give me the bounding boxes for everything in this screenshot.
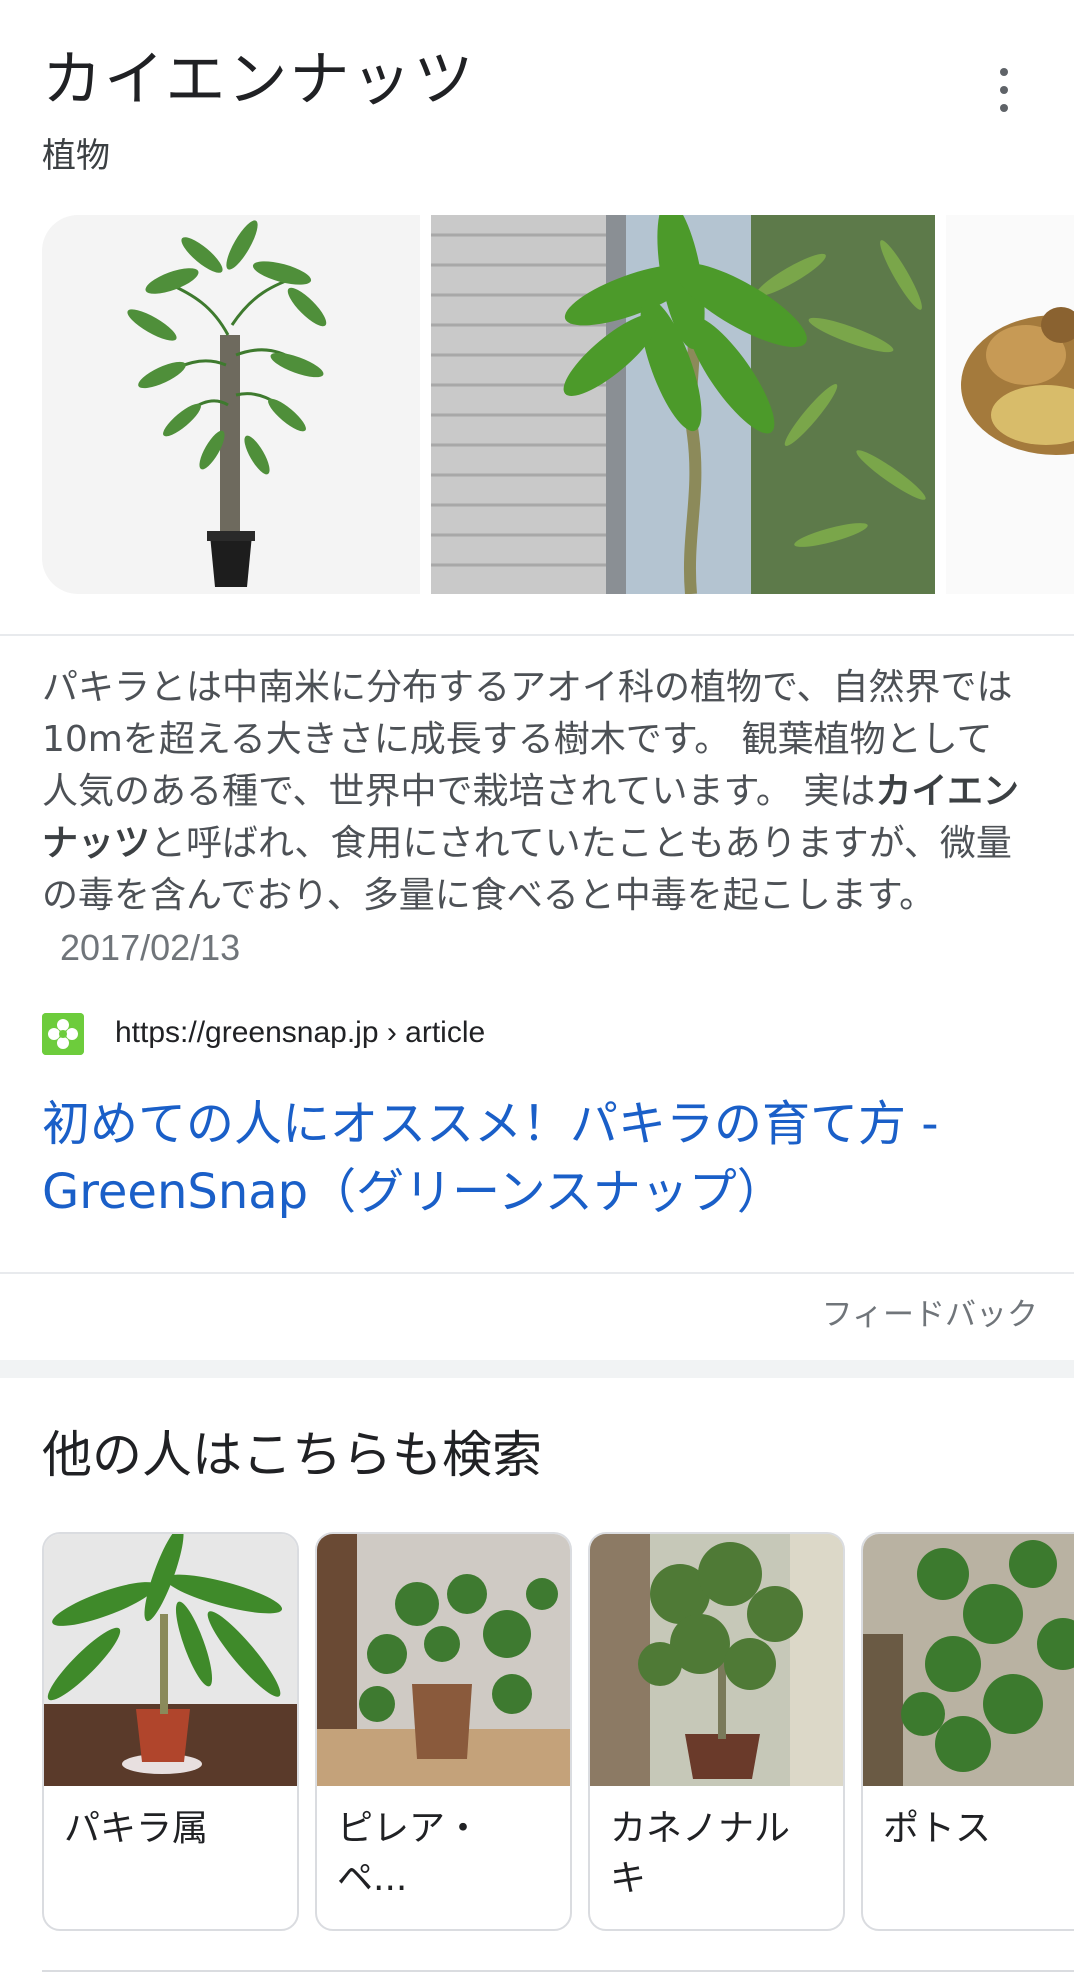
related-card-2[interactable]: ピレア・ペ... [315, 1532, 572, 1931]
description-text-1: パキラとは中南米に分布するアオイ科の植物で、自然界では10mを超える大きさに成長… [42, 667, 1013, 812]
divider [0, 634, 1074, 636]
description-text-2: と呼ばれ、食用にされていたこともありますが、微量の毒を含んでおり、多量に食べると… [42, 823, 1012, 916]
related-card-label: ピレア・ペ... [337, 1808, 482, 1899]
snippet-date: 2017/02/13 [60, 927, 241, 968]
site-favicon-icon [42, 1013, 84, 1055]
description-snippet: パキラとは中南米に分布するアオイ科の植物で、自然界では10mを超える大きさに成長… [42, 662, 1022, 975]
entity-title: カイエンナッツ [42, 45, 476, 115]
section-separator [0, 1360, 1074, 1378]
image-carousel[interactable] [0, 215, 1074, 594]
image-thumbnail-2[interactable] [431, 215, 935, 594]
related-card-3[interactable]: カネノナルキ [588, 1532, 845, 1931]
related-searches-title: 他の人はこちらも検索 [42, 1426, 542, 1484]
related-card-4[interactable]: ポトス [861, 1532, 1074, 1931]
divider [42, 1970, 1074, 1972]
image-thumbnail-3[interactable] [946, 215, 1074, 594]
result-title-link[interactable]: 初めての人にオススメ！パキラの育て方 - GreenSnap（グリーンスナップ） [42, 1090, 1042, 1226]
source-url[interactable]: https://greensnap.jp › article [115, 1010, 485, 1056]
related-card-1[interactable]: パキラ属 [42, 1532, 299, 1931]
related-card-label: カネノナルキ [610, 1808, 791, 1899]
related-card-image [590, 1534, 843, 1786]
divider [0, 1272, 1074, 1274]
related-card-image [317, 1534, 570, 1786]
image-thumbnail-1[interactable] [42, 215, 420, 594]
related-card-image [863, 1534, 1074, 1786]
more-vert-icon[interactable] [984, 68, 1024, 112]
related-card-image [44, 1534, 297, 1786]
related-card-label: ポトス [883, 1808, 992, 1849]
related-card-label: パキラ属 [64, 1808, 209, 1849]
entity-subtitle: 植物 [42, 136, 110, 176]
feedback-link[interactable]: フィードバック [822, 1290, 1038, 1340]
